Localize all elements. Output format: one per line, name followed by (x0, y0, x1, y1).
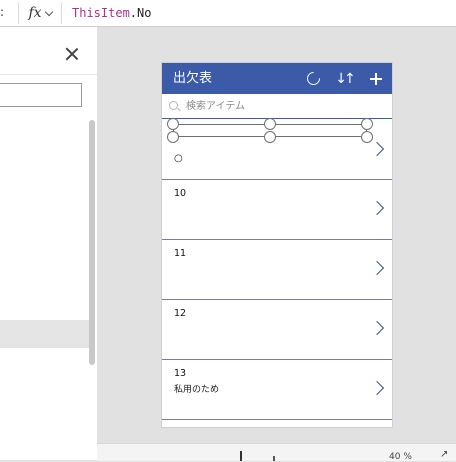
row-title: 10 (174, 188, 187, 199)
gallery-row[interactable]: 13 私用のため (162, 360, 392, 420)
close-icon[interactable] (64, 46, 80, 62)
formula-keyword: ThisItem (72, 6, 130, 20)
chevron-right-icon[interactable] (369, 200, 385, 216)
app-screen: 出欠表 ↓↑ ○ 10 11 12 13 私用のため (162, 63, 392, 427)
expand-icon[interactable]: ↗ (440, 449, 448, 460)
gallery-row[interactable]: 10 (162, 180, 392, 240)
chevron-right-icon[interactable] (369, 320, 385, 336)
row-title: ○ (174, 153, 183, 164)
formula-bar: : fx ThisItem.No (0, 0, 456, 27)
resize-handle-bottom-center[interactable] (264, 131, 276, 143)
resize-handle-bottom-left[interactable] (167, 131, 179, 143)
resize-handle-bottom-right[interactable] (361, 131, 373, 143)
panel-divider (0, 74, 97, 75)
gallery-row[interactable]: 11 (162, 240, 392, 300)
chevron-right-icon[interactable] (369, 380, 385, 396)
gallery-row[interactable]: 12 (162, 300, 392, 360)
resize-handle-top-left[interactable] (167, 118, 179, 130)
row-title: 13 (174, 368, 187, 379)
search-icon (169, 101, 178, 110)
row-title: 12 (174, 308, 187, 319)
status-bar: 40 % ↗ (97, 443, 456, 462)
resize-handle-top-center[interactable] (264, 118, 276, 130)
search-box (162, 94, 392, 119)
panel-scrollbar[interactable] (89, 120, 95, 365)
formula-input[interactable]: ThisItem.No (72, 0, 151, 26)
add-icon[interactable] (366, 63, 386, 94)
fx-icon: fx (28, 5, 42, 21)
chevron-right-icon[interactable] (369, 260, 385, 276)
panel-selected-item[interactable] (0, 320, 90, 348)
left-panel (0, 27, 97, 460)
fx-button[interactable]: fx (18, 2, 62, 24)
chevron-down-icon (44, 7, 53, 16)
property-selector-edge[interactable]: : (0, 0, 6, 26)
sort-icon[interactable]: ↓↑ (335, 63, 355, 94)
zoom-level: 40 % (389, 452, 412, 462)
row-title: 11 (174, 248, 187, 259)
refresh-icon[interactable] (303, 63, 323, 94)
formula-member: .No (129, 6, 152, 20)
app-title: 出欠表 (173, 71, 213, 86)
zoom-slider-track-mark (273, 456, 275, 461)
chevron-right-icon[interactable] (369, 141, 385, 157)
resize-handle-top-right[interactable] (361, 118, 373, 130)
search-input[interactable] (186, 98, 376, 115)
row-subtitle: 私用のため (174, 385, 220, 395)
gallery: ○ 10 11 12 13 私用のため (162, 120, 392, 420)
panel-search-input[interactable] (0, 83, 82, 107)
app-header: 出欠表 ↓↑ (162, 63, 392, 94)
